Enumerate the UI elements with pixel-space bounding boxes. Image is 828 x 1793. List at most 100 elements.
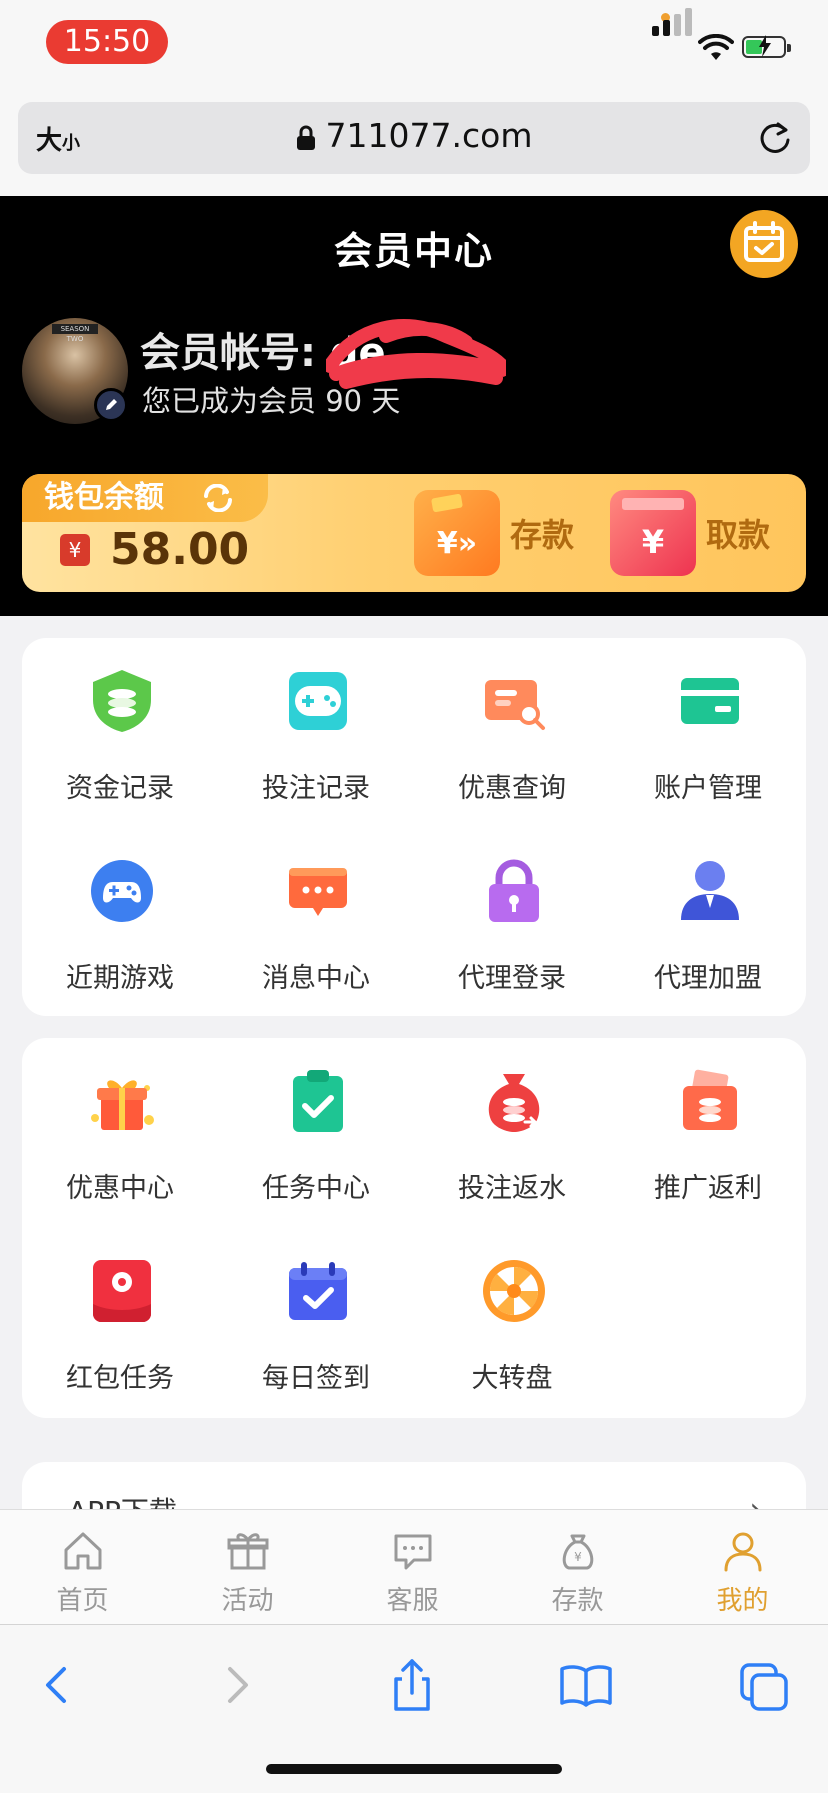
status-time: 15:50 [46,20,168,64]
grid-item-task-center[interactable]: 任务中心 [218,1038,414,1228]
grid-item-label: 任务中心 [262,1173,370,1204]
chat-icon [394,1534,432,1570]
calendar-check-icon [744,221,784,262]
home-icon [64,1532,102,1570]
home-indicator [266,1764,562,1774]
lock-icon [489,859,539,922]
deposit-button[interactable]: ¥» 存款 [414,490,574,576]
agent-icon [681,861,739,920]
grid-item-label: 账户管理 [654,773,762,804]
controller-icon [91,860,153,922]
grid-item-daily-checkin[interactable]: 每日签到 [218,1228,414,1418]
tab-label: 首页 [56,1586,109,1616]
gift-outline-icon [227,1533,269,1570]
withdraw-label: 取款 [706,516,771,554]
grid-item-promo-query[interactable]: 优惠查询 [414,638,610,828]
account-label: 会员帐号: [140,330,330,376]
wallet-panel: 钱包余额 ¥ 58.00 ¥» 存款 ¥ 取款 [22,474,806,592]
browser-address-area: 大小 711077.com [0,96,828,196]
grid-item-label: 代理加盟 [654,963,762,994]
grid-item-label: 优惠中心 [66,1173,174,1204]
grid-item-label: 每日签到 [262,1363,370,1394]
ticket-search-icon [485,680,545,730]
wheel-icon [483,1260,545,1322]
withdraw-button[interactable]: ¥ 取款 [610,490,770,576]
page-title: 会员中心 [333,229,494,273]
grid-item-label: 大转盘 [471,1363,553,1394]
back-icon[interactable] [28,1655,88,1715]
function-grid-2: 优惠中心 任务中心 投注返水 推广返利 红包任务 每日签到 大转盘 [22,1038,806,1418]
grid-item-label: 代理登录 [458,963,566,994]
lock-icon [296,125,315,150]
tab-mine[interactable]: 我的 [660,1510,825,1624]
message-icon [289,868,347,916]
grid-item-label: 资金记录 [66,773,174,804]
forward-icon[interactable] [206,1655,266,1715]
tab-home[interactable]: 首页 [0,1510,165,1624]
wallet-label: 钱包余额 [44,480,164,515]
battery-icon [742,35,791,58]
refresh-icon[interactable] [202,484,234,512]
grid-item-fund-records[interactable]: 资金记录 [22,638,218,828]
grid-item-agent-login[interactable]: 代理登录 [414,828,610,1018]
grid-item-bet-rebate[interactable]: 投注返水 [414,1038,610,1228]
tab-label: 客服 [386,1586,439,1616]
yen-icon: ¥ [60,534,90,566]
tab-deposit[interactable]: ¥ 存款 [495,1510,660,1624]
svg-text:¥: ¥ [574,1550,582,1564]
deposit-icon: ¥» [414,490,500,576]
url-text: 711077.com [325,116,533,155]
status-bar: 15:50 [0,0,828,96]
grid-item-agent-join[interactable]: 代理加盟 [610,828,806,1018]
grid-item-label: 消息中心 [262,963,370,994]
clipboard-check-icon [293,1070,343,1132]
reload-icon[interactable] [758,120,792,156]
sign-in-calendar-button[interactable] [730,210,798,278]
grid-item-red-packet-task[interactable]: 红包任务 [22,1228,218,1418]
grid-item-referral-rebate[interactable]: 推广返利 [610,1038,806,1228]
share-icon[interactable] [382,1655,442,1715]
member-header: 会员中心 SEASON TWO 会员帐号: de 您已成为会员 90 天 钱包余… [0,196,828,616]
grid-item-message-center[interactable]: 消息中心 [218,828,414,1018]
tab-customer-service[interactable]: 客服 [330,1510,495,1624]
grid-item-label: 优惠查询 [458,773,566,804]
grid-item-label: 投注记录 [262,773,370,804]
tab-label: 我的 [716,1586,769,1616]
function-grid-1: 资金记录 投注记录 优惠查询 账户管理 近期游戏 消息中心 代理登录 代理加盟 [22,638,806,1016]
grid-item-big-wheel[interactable]: 大转盘 [414,1228,610,1418]
grid-item-account-management[interactable]: 账户管理 [610,638,806,828]
member-days: 您已成为会员 90 天 [142,384,401,418]
tabs-icon[interactable] [734,1655,794,1715]
shield-coin-icon [93,670,151,732]
card-icon [681,678,739,724]
tab-label: 活动 [221,1586,274,1616]
grid-item-promo-center[interactable]: 优惠中心 [22,1038,218,1228]
calendar-check-icon [289,1262,347,1320]
wallet-label-tab: 钱包余额 [22,474,268,522]
deposit-label: 存款 [510,516,575,554]
grid-item-recent-games[interactable]: 近期游戏 [22,828,218,1018]
grid-item-label: 红包任务 [66,1363,174,1394]
pencil-icon [106,399,117,410]
tab-label: 存款 [551,1586,604,1616]
envelope-coin-icon [683,1069,737,1130]
grid-item-label: 投注返水 [458,1173,566,1204]
user-icon [724,1532,762,1572]
withdraw-icon: ¥ [610,490,696,576]
bookmarks-icon[interactable] [556,1655,616,1715]
address-bar[interactable]: 大小 711077.com [18,102,810,174]
money-bag-icon: ¥ [562,1534,594,1570]
gamepad-icon [289,672,347,730]
wallet-balance: 58.00 [110,524,250,575]
edit-avatar-button[interactable] [94,388,128,422]
red-packet-icon [93,1260,151,1322]
coin-bag-icon [488,1074,540,1132]
grid-item-label: 推广返利 [654,1173,762,1204]
wifi-icon [698,34,734,60]
url-field[interactable]: 711077.com [18,116,810,155]
bottom-tab-bar: 首页 活动 客服 ¥ 存款 我的 [0,1509,828,1624]
grid-item-label: 近期游戏 [66,963,174,994]
tab-activity[interactable]: 活动 [165,1510,330,1624]
gift-icon [91,1080,154,1130]
grid-item-bet-records[interactable]: 投注记录 [218,638,414,828]
